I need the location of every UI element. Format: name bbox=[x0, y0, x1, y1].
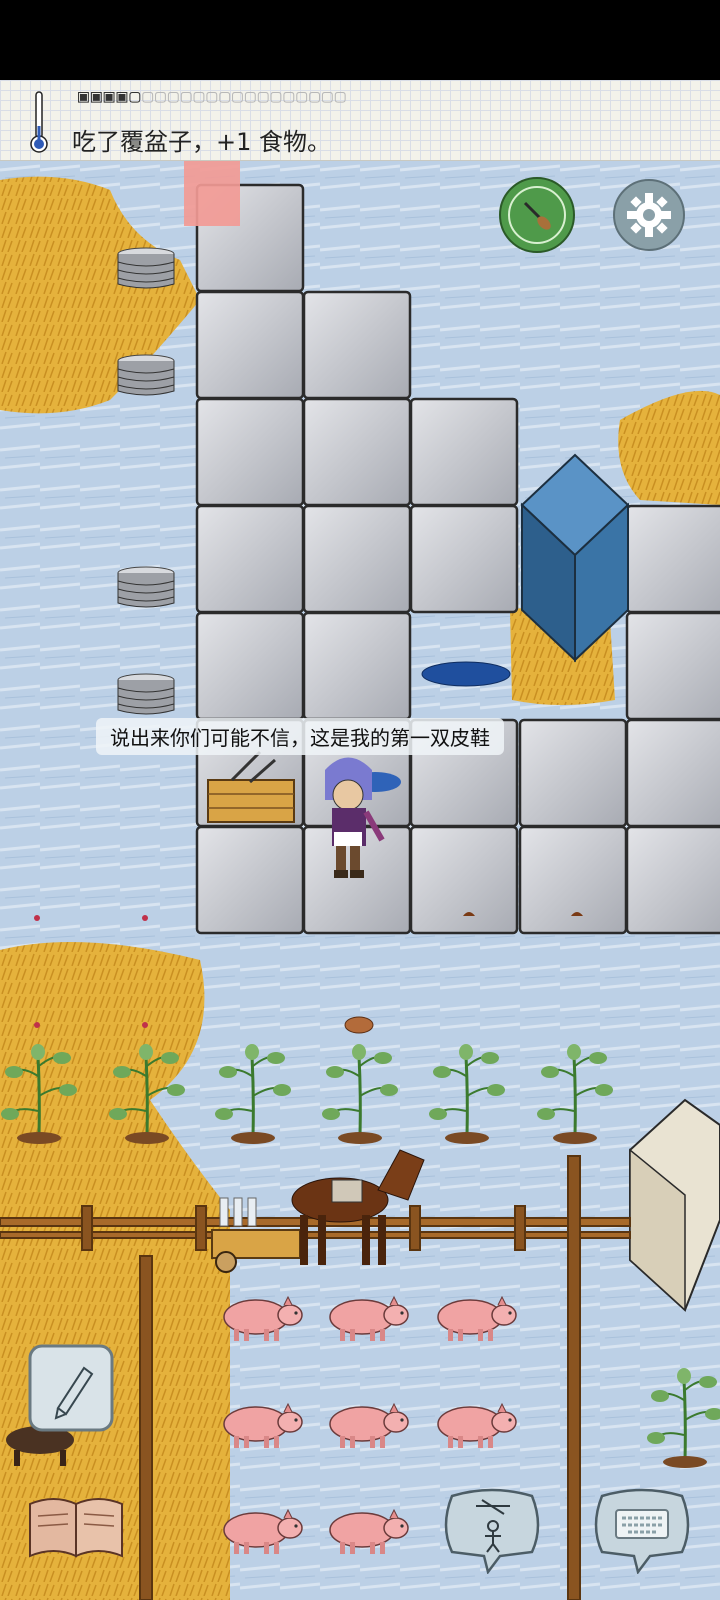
berry[interactable] bbox=[34, 915, 40, 921]
thermometer-icon bbox=[30, 91, 48, 153]
book-button[interactable] bbox=[26, 1492, 126, 1562]
flat-stone-stack[interactable] bbox=[117, 247, 175, 289]
berry[interactable] bbox=[142, 1022, 148, 1028]
flat-stone-stack[interactable] bbox=[117, 566, 175, 608]
flat-stone-stack[interactable] bbox=[117, 673, 175, 715]
food-meter: ▣▣▣▣▢▢▢▢▢▢▢▢▢▢▢▢▢▢▢▢▢ bbox=[78, 86, 348, 107]
gear-icon bbox=[627, 193, 671, 237]
berry-bowl[interactable] bbox=[344, 1016, 374, 1034]
berry[interactable] bbox=[142, 915, 148, 921]
status-message: 吃了覆盆子，+1 食物。 bbox=[72, 128, 332, 156]
compass-button[interactable] bbox=[498, 176, 576, 254]
food-pips-empty: ▢▢▢▢▢▢▢▢▢▢▢▢▢▢▢▢ bbox=[142, 86, 348, 107]
speech-bubble: 说出来你们可能不信，这是我的第一双皮鞋 bbox=[96, 718, 504, 755]
food-pips-full: ▣▣▣▣▢ bbox=[78, 86, 143, 107]
book-icon bbox=[29, 1498, 123, 1558]
keyboard-icon bbox=[615, 1509, 669, 1539]
emote-button[interactable] bbox=[440, 1486, 544, 1574]
flat-stone-stack[interactable] bbox=[117, 354, 175, 396]
ice-puddle bbox=[421, 661, 511, 687]
edit-button[interactable] bbox=[28, 1344, 114, 1432]
settings-button[interactable] bbox=[612, 178, 686, 252]
keyboard-button[interactable] bbox=[590, 1486, 694, 1574]
berry[interactable] bbox=[34, 1022, 40, 1028]
marker-note[interactable] bbox=[184, 160, 240, 226]
